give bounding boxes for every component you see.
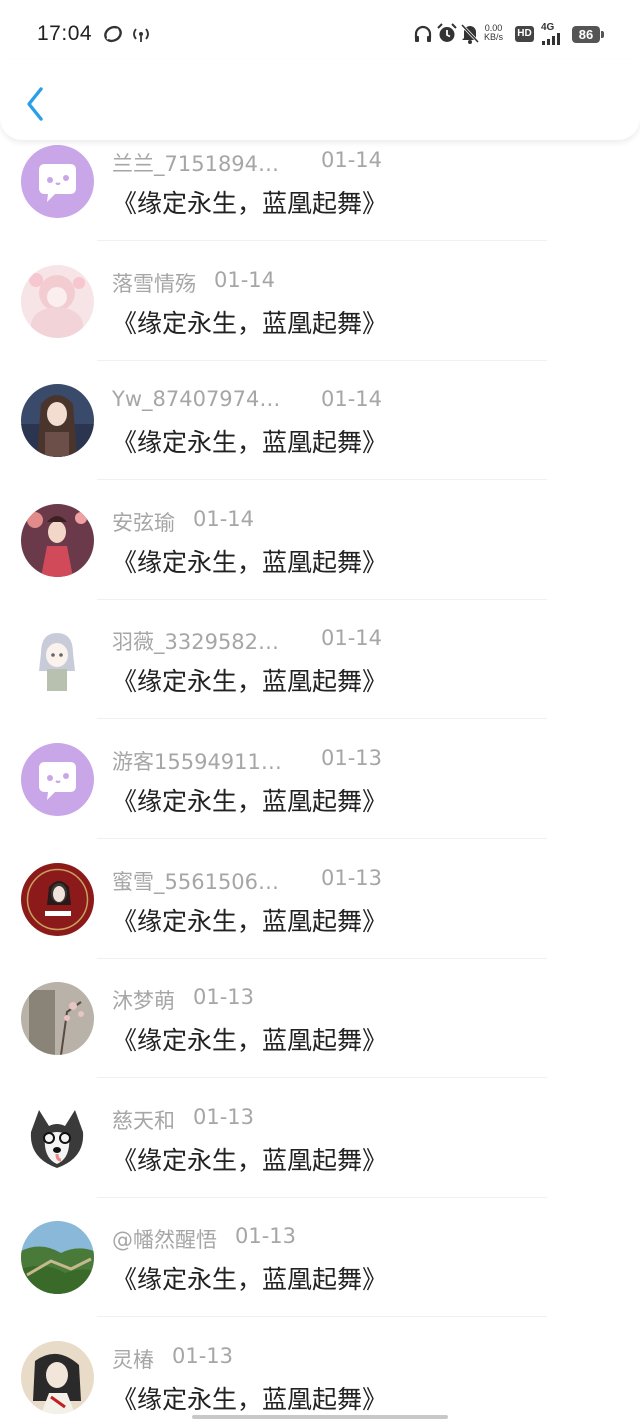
message-date: 01-14 xyxy=(321,626,383,651)
chevron-left-icon xyxy=(27,87,43,121)
list-item[interactable]: 沐梦萌 01-13 《缘定永生，蓝凰起舞》 xyxy=(0,977,640,1097)
divider xyxy=(97,1077,547,1079)
list-item[interactable]: 羽薇_3329582… 01-14 《缘定永生，蓝凰起舞》 xyxy=(0,618,640,738)
battery-indicator: 86 xyxy=(572,26,604,43)
status-time: 17:04 xyxy=(37,22,93,45)
message-text: 《缘定永生，蓝凰起舞》 xyxy=(112,1145,388,1175)
list-item[interactable]: 兰兰_7151894… 01-14 《缘定永生，蓝凰起舞》 xyxy=(0,140,640,260)
user-name[interactable]: 安弦瑜 xyxy=(112,507,175,537)
avatar[interactable] xyxy=(21,742,94,816)
user-name[interactable]: 兰兰_7151894… xyxy=(112,148,279,178)
divider xyxy=(97,479,547,481)
hotspot-icon xyxy=(133,28,149,42)
message-list[interactable]: 兰兰_7151894… 01-14 《缘定永生，蓝凰起舞》 落雪情殇 01-14 《缘定永… xyxy=(0,140,640,1423)
divider xyxy=(97,598,547,600)
hd-badge: HD xyxy=(515,26,534,42)
net-speed: 0.00 KB/s xyxy=(484,24,503,42)
avatar[interactable] xyxy=(21,623,94,697)
nav-header xyxy=(0,60,640,140)
avatar[interactable] xyxy=(21,384,94,458)
message-date: 01-13 xyxy=(193,985,255,1010)
user-name[interactable]: 灵椿 xyxy=(112,1344,154,1374)
message-date: 01-13 xyxy=(172,1343,234,1368)
divider xyxy=(97,957,547,959)
alarm-icon xyxy=(437,23,457,42)
message-date: 01-13 xyxy=(321,865,383,890)
mute-icon xyxy=(460,23,480,44)
message-date: 01-13 xyxy=(321,745,383,770)
message-text: 《缘定永生，蓝凰起舞》 xyxy=(112,428,388,458)
avatar[interactable] xyxy=(21,145,94,218)
app-logo-icon xyxy=(104,25,122,43)
headphones-icon xyxy=(414,25,432,42)
back-button[interactable] xyxy=(20,84,52,124)
list-item[interactable]: 灵椿 01-13 《缘定永生，蓝凰起舞》 xyxy=(0,1336,640,1423)
network-type: 4G xyxy=(541,22,555,33)
avatar[interactable] xyxy=(21,982,94,1056)
net-speed-unit: KB/s xyxy=(484,32,504,42)
avatar[interactable] xyxy=(21,1340,94,1414)
user-name[interactable]: @幡然醒悟 xyxy=(112,1224,217,1254)
list-item[interactable]: Yw_87407974… 01-14 《缘定永生，蓝凰起舞》 xyxy=(0,379,640,499)
list-item[interactable]: 慈天和 01-13 《缘定永生，蓝凰起舞》 xyxy=(0,1097,640,1217)
divider xyxy=(97,359,547,361)
message-date: 01-13 xyxy=(193,1104,255,1129)
user-name[interactable]: 慈天和 xyxy=(112,1105,175,1135)
user-name[interactable]: 蜜雪_5561506… xyxy=(112,866,279,896)
divider xyxy=(97,1196,547,1198)
user-name[interactable]: 落雪情殇 xyxy=(112,268,196,298)
message-text: 《缘定永生，蓝凰起舞》 xyxy=(112,308,388,338)
signal-icon xyxy=(542,33,560,45)
list-item[interactable]: @幡然醒悟 01-13 《缘定永生，蓝凰起舞》 xyxy=(0,1216,640,1336)
message-text: 《缘定永生，蓝凰起舞》 xyxy=(112,667,388,697)
message-text: 《缘定永生，蓝凰起舞》 xyxy=(112,1265,388,1295)
message-text: 《缘定永生，蓝凰起舞》 xyxy=(112,1384,388,1414)
avatar[interactable] xyxy=(21,503,94,577)
message-date: 01-14 xyxy=(321,387,383,412)
avatar[interactable] xyxy=(21,264,94,338)
avatar[interactable] xyxy=(21,1221,94,1295)
user-name[interactable]: 沐梦萌 xyxy=(112,985,175,1015)
home-indicator[interactable] xyxy=(192,1415,448,1419)
message-text: 《缘定永生，蓝凰起舞》 xyxy=(112,1026,388,1056)
user-name[interactable]: Yw_87407974… xyxy=(112,387,280,411)
message-date: 01-13 xyxy=(235,1224,297,1249)
divider xyxy=(97,240,547,241)
message-text: 《缘定永生，蓝凰起舞》 xyxy=(112,906,388,936)
avatar[interactable] xyxy=(21,1101,94,1175)
message-text: 《缘定永生，蓝凰起舞》 xyxy=(112,189,388,218)
message-text: 《缘定永生，蓝凰起舞》 xyxy=(112,786,388,816)
message-text: 《缘定永生，蓝凰起舞》 xyxy=(112,547,388,577)
message-date: 01-14 xyxy=(214,267,276,292)
divider xyxy=(97,1316,547,1318)
user-name[interactable]: 羽薇_3329582… xyxy=(112,626,279,656)
list-item[interactable]: 安弦瑜 01-14 《缘定永生，蓝凰起舞》 xyxy=(0,499,640,619)
message-date: 01-14 xyxy=(321,148,383,172)
list-item[interactable]: 落雪情殇 01-14 《缘定永生，蓝凰起舞》 xyxy=(0,260,640,380)
user-name[interactable]: 游客155949117… xyxy=(112,746,292,776)
divider xyxy=(97,718,547,720)
divider xyxy=(97,837,547,839)
list-item[interactable]: 蜜雪_5561506… 01-13 《缘定永生，蓝凰起舞》 xyxy=(0,858,640,978)
message-date: 01-14 xyxy=(193,506,255,531)
avatar[interactable] xyxy=(21,862,94,936)
list-item[interactable]: 游客155949117… 01-13 《缘定永生，蓝凰起舞》 xyxy=(0,738,640,858)
